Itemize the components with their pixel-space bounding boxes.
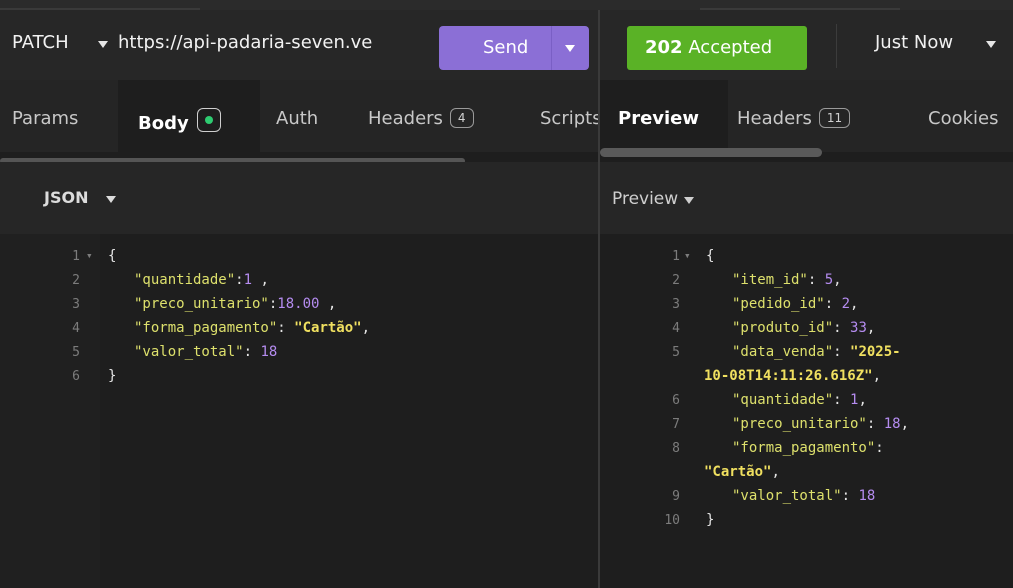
code-text: }: [706, 512, 715, 528]
response-tabs: Preview Headers 11 Cookies: [600, 80, 1013, 152]
tab-params[interactable]: Params: [12, 108, 78, 129]
line-number: 5: [672, 345, 680, 360]
url-input[interactable]: https://api-padaria-seven.ve: [118, 32, 438, 53]
response-tabs-scrollbar[interactable]: [600, 148, 822, 157]
response-body-viewer[interactable]: 1 ▾ { 2 "item_id": 5, 3 "pedido_id": 2, …: [600, 234, 1013, 588]
line-number: 2: [672, 273, 680, 288]
chevron-down-icon[interactable]: [106, 196, 116, 203]
line-number: 7: [672, 417, 680, 432]
tab-body-label: Body: [138, 113, 189, 134]
fold-chevron-icon[interactable]: ▾: [86, 249, 93, 262]
response-time-select[interactable]: Just Now: [875, 32, 953, 53]
status-divider: [836, 24, 837, 68]
preview-mode-bar: Preview: [600, 162, 1013, 235]
line-number: 1: [672, 249, 680, 264]
response-status-bar: 202 Accepted Just Now: [600, 10, 1013, 81]
line-number: 4: [72, 321, 80, 336]
code-text: "forma_pagamento": "Cartão",: [134, 320, 371, 336]
tab-cookies[interactable]: Cookies: [928, 108, 998, 129]
code-text: "item_id": 5,: [732, 272, 842, 288]
code-text: "quantidade": 1,: [732, 392, 867, 408]
preview-mode-select[interactable]: Preview: [612, 189, 678, 209]
request-tabs: Params Body Auth Headers 4 Scripts: [0, 80, 598, 152]
line-number: 8: [672, 441, 680, 456]
line-number: 1: [72, 249, 80, 264]
status-text: 202 Accepted: [645, 37, 773, 58]
line-number: 3: [72, 297, 80, 312]
response-headers-count-badge: 11: [818, 108, 851, 128]
code-text: 10-08T14:11:26.616Z",: [704, 368, 882, 384]
send-divider: [551, 26, 552, 70]
tab-body[interactable]: Body: [138, 108, 221, 134]
code-text: "valor_total": 18: [134, 344, 278, 360]
code-text: "preco_unitario": 18,: [732, 416, 910, 432]
tab-scripts[interactable]: Scripts: [540, 108, 598, 129]
tab-headers-label: Headers: [368, 108, 443, 129]
code-text: "produto_id": 33,: [732, 320, 876, 336]
code-text: "quantidade":1 ,: [134, 272, 269, 288]
chevron-down-icon[interactable]: [565, 45, 575, 52]
code-text: "valor_total": 18: [732, 488, 876, 504]
line-number: 5: [72, 345, 80, 360]
tab-headers[interactable]: Headers 4: [368, 108, 474, 129]
code-text: "pedido_id": 2,: [732, 296, 859, 312]
tab-auth[interactable]: Auth: [276, 108, 318, 129]
line-number: 6: [672, 393, 680, 408]
status-badge: 202 Accepted: [627, 26, 807, 70]
chevron-down-icon[interactable]: [684, 197, 694, 204]
code-text: {: [706, 248, 715, 264]
request-body-editor[interactable]: 1 ▾ { 2 "quantidade":1 , 3 "preco_unitar…: [0, 234, 598, 588]
send-button[interactable]: Send: [439, 26, 589, 70]
chevron-down-icon[interactable]: [98, 41, 108, 48]
code-text: "forma_pagamento":: [732, 440, 884, 456]
line-number: 10: [664, 513, 680, 528]
tab-response-headers-label: Headers: [737, 108, 812, 129]
code-text: "preco_unitario":18.00 ,: [134, 296, 337, 312]
line-number: 4: [672, 321, 680, 336]
chevron-down-icon[interactable]: [986, 41, 996, 48]
window-top-strip: [0, 0, 1013, 10]
line-number: 6: [72, 369, 80, 384]
body-status-badge: [196, 108, 221, 132]
code-text: {: [108, 248, 117, 264]
http-method-select[interactable]: PATCH: [12, 32, 69, 53]
body-format-select[interactable]: JSON: [44, 188, 88, 207]
url-bar: PATCH https://api-padaria-seven.ve Send: [0, 10, 598, 81]
green-dot-icon: [204, 116, 213, 124]
send-button-label: Send: [483, 37, 529, 58]
headers-count-badge: 4: [449, 108, 474, 128]
response-pane: 202 Accepted Just Now Preview Headers 11 …: [600, 10, 1013, 588]
line-number: 9: [672, 489, 680, 504]
request-pane: PATCH https://api-padaria-seven.ve Send …: [0, 10, 598, 588]
code-text: "data_venda": "2025-: [732, 344, 901, 360]
line-number: 3: [672, 297, 680, 312]
fold-chevron-icon[interactable]: ▾: [684, 249, 691, 262]
tab-preview[interactable]: Preview: [618, 108, 699, 129]
code-text: }: [108, 368, 117, 384]
line-number: 2: [72, 273, 80, 288]
body-format-bar: JSON: [0, 162, 598, 235]
code-text: "Cartão",: [704, 464, 780, 480]
tab-response-headers[interactable]: Headers 11: [737, 108, 851, 129]
